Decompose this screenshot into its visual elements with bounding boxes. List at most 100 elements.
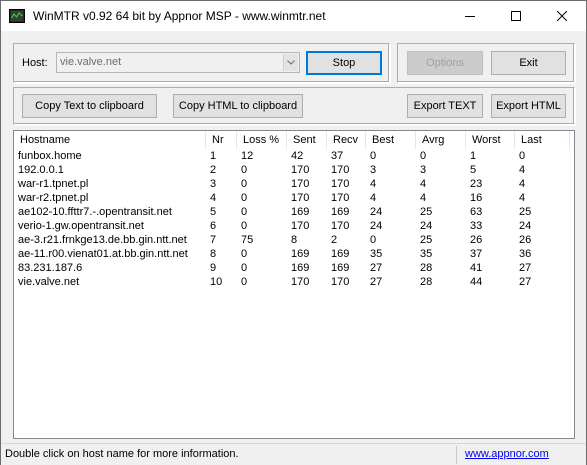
table-cell: 37: [331, 150, 344, 162]
column-header-recv[interactable]: Recv: [327, 131, 366, 149]
table-row[interactable]: war-r1.tpnet.pl 3 0 170 170 4 4 23 4: [14, 178, 574, 191]
table-row[interactable]: ae-3.r21.frnkge13.de.bb.gin.ntt.net 7 75 8 2…: [14, 234, 574, 247]
column-header-sent[interactable]: Sent: [287, 131, 327, 149]
hostname-cell[interactable]: vie.valve.net: [18, 276, 206, 289]
table-cell: 26: [470, 234, 483, 246]
hostname-cell[interactable]: funbox.home: [18, 150, 206, 163]
options-button-label: Options: [426, 57, 464, 69]
table-cell: 25: [420, 206, 433, 218]
table-cell: 75: [241, 234, 254, 246]
table-row[interactable]: 83.231.187.6 9 0 169 169 27 28 41 27: [14, 262, 574, 275]
exit-button[interactable]: Exit: [491, 51, 566, 75]
export-html-button[interactable]: Export HTML: [491, 94, 566, 118]
table-cell: 4: [519, 192, 526, 204]
table-header: Hostname Nr Loss % Sent Recv Best Avrg Worst Las…: [14, 131, 574, 149]
close-icon: [557, 11, 567, 21]
table-row[interactable]: ae102-10.ffttr7.-.opentransit.net 5 0 169 16…: [14, 206, 574, 219]
table-cell: 26: [519, 234, 532, 246]
hostname-cell[interactable]: war-r1.tpnet.pl: [18, 178, 206, 191]
copy-html-button[interactable]: Copy HTML to clipboard: [173, 94, 303, 118]
hostname-cell[interactable]: ae-11.r00.vienat01.at.bb.gin.ntt.net: [18, 248, 206, 261]
column-header-avrg[interactable]: Avrg: [416, 131, 466, 149]
table-cell: 170: [331, 220, 350, 232]
table-cell: 44: [470, 276, 483, 288]
table-cell: 35: [370, 248, 383, 260]
hostname-cell[interactable]: ae102-10.ffttr7.-.opentransit.net: [18, 206, 206, 219]
results-table[interactable]: Hostname Nr Loss % Sent Recv Best Avrg Worst Las…: [13, 130, 575, 439]
table-cell: 170: [291, 192, 310, 204]
table-cell: 170: [291, 220, 310, 232]
table-cell: 41: [470, 262, 483, 274]
column-header-loss[interactable]: Loss %: [237, 131, 287, 149]
table-cell: 1: [470, 150, 477, 162]
table-cell: 170: [331, 164, 350, 176]
table-row[interactable]: vie.valve.net 10 0 170 170 27 28 44 27: [14, 276, 574, 289]
table-cell: 3: [420, 164, 427, 176]
table-cell: 0: [370, 234, 377, 246]
table-cell: 2: [210, 164, 217, 176]
column-header-best[interactable]: Best: [366, 131, 416, 149]
table-cell: 25: [519, 206, 532, 218]
export-text-button[interactable]: Export TEXT: [407, 94, 483, 118]
table-cell: 170: [291, 178, 310, 190]
hostname-cell[interactable]: 83.231.187.6: [18, 262, 206, 275]
hostname-cell[interactable]: verio-1.gw.opentransit.net: [18, 220, 206, 233]
table-cell: 170: [331, 276, 350, 288]
host-combobox[interactable]: vie.valve.net: [56, 52, 300, 73]
column-header-nr[interactable]: Nr: [206, 131, 237, 149]
table-cell: 4: [210, 192, 217, 204]
table-cell: 4: [370, 178, 377, 190]
table-cell: 169: [291, 262, 310, 274]
table-cell: 28: [420, 276, 433, 288]
hostname-cell[interactable]: 192.0.0.1: [18, 164, 206, 177]
table-cell: 170: [331, 192, 350, 204]
table-cell: 0: [241, 220, 248, 232]
hostname-cell[interactable]: war-r2.tpnet.pl: [18, 192, 206, 205]
table-cell: 4: [420, 178, 427, 190]
table-cell: 24: [420, 220, 433, 232]
hostname-cell[interactable]: ae-3.r21.frnkge13.de.bb.gin.ntt.net: [18, 234, 206, 247]
column-header-hostname[interactable]: Hostname: [14, 131, 206, 149]
winmtr-window: WinMTR v0.92 64 bit by Appnor MSP - www.…: [0, 0, 587, 465]
table-row[interactable]: funbox.home 1 12 42 37 0 0 1 0: [14, 150, 574, 163]
table-cell: 23: [470, 178, 483, 190]
table-cell: 0: [241, 178, 248, 190]
table-cell: 24: [519, 220, 532, 232]
table-cell: 4: [420, 192, 427, 204]
table-cell: 1: [210, 150, 217, 162]
table-cell: 27: [519, 262, 532, 274]
copy-text-button[interactable]: Copy Text to clipboard: [22, 94, 157, 118]
table-cell: 4: [519, 178, 526, 190]
title-bar[interactable]: WinMTR v0.92 64 bit by Appnor MSP - www.…: [1, 1, 586, 31]
table-cell: 0: [241, 276, 248, 288]
host-label: Host:: [22, 57, 48, 69]
maximize-button[interactable]: [493, 1, 539, 31]
table-cell: 5: [210, 206, 217, 218]
table-cell: 5: [470, 164, 477, 176]
table-cell: 170: [291, 276, 310, 288]
table-row[interactable]: ae-11.r00.vienat01.at.bb.gin.ntt.net 8 0 16…: [14, 248, 574, 261]
table-row[interactable]: verio-1.gw.opentransit.net 6 0 170 170 24 24 33…: [14, 220, 574, 233]
status-divider: [456, 446, 457, 464]
table-cell: 25: [420, 234, 433, 246]
stop-button[interactable]: Stop: [306, 51, 382, 75]
column-header-worst[interactable]: Worst: [466, 131, 515, 149]
table-cell: 0: [241, 206, 248, 218]
table-cell: 0: [241, 192, 248, 204]
table-cell: 169: [291, 206, 310, 218]
minimize-button[interactable]: [447, 1, 493, 31]
chevron-down-icon[interactable]: [283, 54, 298, 71]
table-cell: 3: [370, 164, 377, 176]
table-row[interactable]: war-r2.tpnet.pl 4 0 170 170 4 4 16 4: [14, 192, 574, 205]
options-button[interactable]: Options: [407, 51, 483, 75]
table-row[interactable]: 192.0.0.1 2 0 170 170 3 3 5 4: [14, 164, 574, 177]
appnor-link[interactable]: www.appnor.com: [465, 448, 549, 460]
close-button[interactable]: [539, 1, 585, 31]
table-cell: 169: [291, 248, 310, 260]
table-cell: 24: [370, 220, 383, 232]
column-header-last[interactable]: Last: [515, 131, 570, 149]
table-cell: 27: [370, 262, 383, 274]
table-cell: 10: [210, 276, 223, 288]
export-html-button-label: Export HTML: [496, 100, 561, 112]
table-cell: 170: [331, 178, 350, 190]
